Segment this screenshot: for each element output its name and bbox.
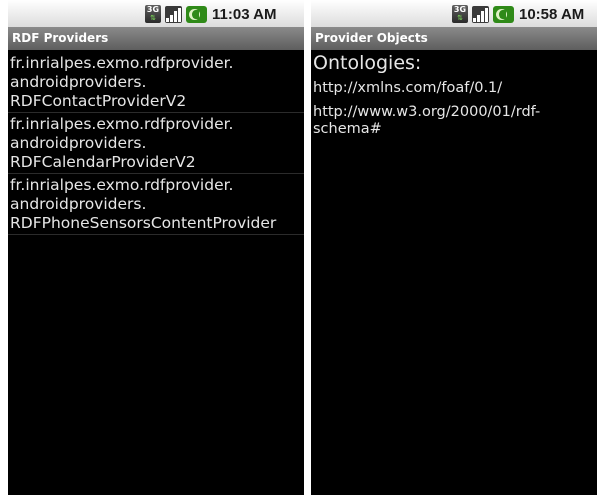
status-time: 10:58 AM: [519, 5, 585, 23]
provider-package: fr.inrialpes.exmo.rdfprovider.: [10, 54, 234, 72]
ontology-uri: http://www.w3.org/2000/01/rdf-: [313, 104, 541, 120]
status-bar: 3G ⇅ 11:03 AM: [8, 0, 304, 27]
provider-item-phone-sensors[interactable]: fr.inrialpes.exmo.rdfprovider. androidpr…: [8, 174, 304, 235]
signal-strength-icon: [472, 5, 489, 23]
status-icons: 3G ⇅ 10:58 AM: [452, 4, 584, 24]
provider-package: fr.inrialpes.exmo.rdfprovider.: [10, 176, 234, 194]
rdf-providers-screen: 3G ⇅ 11:03 AM RDF Providers fr.inrialpes.…: [8, 0, 304, 495]
ontologies-heading: Ontologies:: [313, 52, 422, 74]
provider-subpackage: androidproviders.: [10, 73, 147, 91]
provider-item-calendar[interactable]: fr.inrialpes.exmo.rdfprovider. androidpr…: [8, 113, 304, 174]
ontology-uri-continued: schema#: [313, 121, 382, 137]
provider-subpackage: androidproviders.: [10, 134, 147, 152]
status-icons: 3G ⇅ 11:03 AM: [145, 4, 276, 24]
provider-class: RDFCalendarProviderV2: [10, 153, 196, 171]
provider-objects-screen: 3G ⇅ 10:58 AM Provider Objects Ontologies…: [311, 0, 597, 495]
title-bar: Provider Objects: [311, 27, 597, 50]
3g-data-icon: 3G ⇅: [452, 5, 468, 23]
provider-class: RDFContactProviderV2: [10, 92, 187, 110]
provider-objects-content: Ontologies: http://xmlns.com/foaf/0.1/ h…: [313, 52, 597, 145]
status-time: 11:03 AM: [212, 5, 277, 23]
3g-data-icon: 3G ⇅: [145, 5, 161, 23]
provider-class: RDFPhoneSensorsContentProvider: [10, 214, 277, 232]
provider-package: fr.inrialpes.exmo.rdfprovider.: [10, 115, 234, 133]
ontology-link-rdf-schema[interactable]: http://www.w3.org/2000/01/rdf- schema#: [313, 104, 597, 138]
signal-strength-icon: [165, 5, 182, 23]
title-bar: RDF Providers: [8, 27, 304, 50]
ontology-link-foaf[interactable]: http://xmlns.com/foaf/0.1/: [313, 80, 597, 97]
ontology-uri: http://xmlns.com/foaf/0.1/: [313, 80, 503, 96]
status-bar: 3G ⇅ 10:58 AM: [311, 0, 597, 27]
provider-list: fr.inrialpes.exmo.rdfprovider. androidpr…: [8, 52, 304, 235]
provider-item-contact[interactable]: fr.inrialpes.exmo.rdfprovider. androidpr…: [8, 52, 304, 113]
battery-charging-icon: [186, 5, 207, 23]
battery-charging-icon: [493, 5, 514, 23]
provider-subpackage: androidproviders.: [10, 195, 147, 213]
